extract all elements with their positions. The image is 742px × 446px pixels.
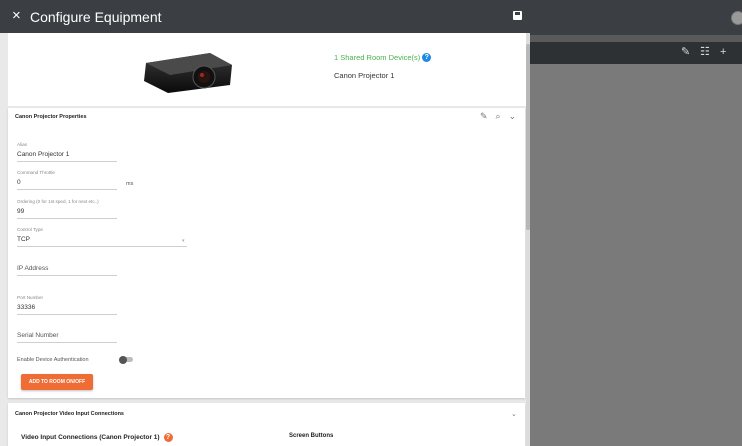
video-inputs-label: Video Input Connections (Canon Projector… [21, 434, 160, 441]
background-edit-icon[interactable]: ✎ [681, 45, 690, 59]
ip-address-placeholder[interactable]: IP Address [17, 265, 117, 273]
device-banner: 1 Shared Room Device(s) ? Canon Projecto… [8, 33, 526, 106]
port-number-underline [17, 314, 117, 315]
command-throttle-underline [17, 189, 117, 190]
edit-icon[interactable]: ✎ [480, 111, 488, 122]
search-icon[interactable]: ⌕ [496, 111, 501, 122]
toggle-knob [119, 355, 127, 364]
user-avatar[interactable] [731, 11, 742, 25]
port-number-label: Port Number [17, 295, 44, 300]
ip-address-field[interactable]: IP Address [17, 265, 117, 276]
control-type-caret-icon[interactable]: ▾ [182, 238, 185, 244]
configure-equipment-dialog: × Configure Equipment 1 Shared Room Devi… [0, 0, 530, 446]
scrollbar-thumb[interactable] [526, 44, 530, 230]
serial-number-field[interactable]: Serial Number [17, 332, 117, 343]
close-icon[interactable]: × [12, 8, 21, 24]
properties-card-title: Canon Projector Properties [15, 114, 87, 120]
port-number-value[interactable]: 33336 [17, 304, 117, 312]
video-connections-card: Canon Projector Video Input Connections … [8, 403, 525, 446]
background-grid-icon[interactable]: ☷ [700, 45, 710, 59]
help-icon[interactable]: ? [422, 53, 432, 62]
chevron-down-icon[interactable]: ⌄ [509, 111, 517, 122]
dialog-header: × Configure Equipment [0, 0, 530, 33]
shared-devices-indicator[interactable]: 1 Shared Room Device(s) ? [334, 53, 432, 62]
device-auth-toggle[interactable] [119, 355, 133, 364]
command-throttle-value[interactable]: 0 [17, 179, 117, 187]
background-panel [528, 42, 742, 446]
ordering-label: Ordering (0 for 1st sped, 1 for next etc… [17, 199, 99, 204]
throttle-unit: ms [126, 181, 134, 187]
ordering-field[interactable]: Ordering (0 for 1st sped, 1 for next etc… [17, 199, 117, 219]
port-number-field[interactable]: Port Number 33336 [17, 295, 117, 315]
control-type-label: Control Type [17, 227, 43, 232]
shared-devices-text: 1 Shared Room Device(s) [334, 53, 421, 62]
save-icon[interactable] [513, 11, 522, 20]
command-throttle-field[interactable]: Command Throttle 0 [17, 170, 117, 190]
screen-buttons-heading: Screen Buttons [289, 433, 334, 439]
ip-address-underline [17, 275, 117, 276]
properties-card-actions: ✎ ⌕ ⌄ [480, 111, 516, 122]
background-add-icon[interactable]: + [720, 45, 726, 59]
serial-number-placeholder[interactable]: Serial Number [17, 332, 117, 340]
video-connections-title: Canon Projector Video Input Connections [15, 411, 124, 417]
alias-value[interactable]: Canon Projector 1 [17, 151, 117, 159]
properties-card: Canon Projector Properties ✎ ⌕ ⌄ Alias C… [8, 108, 525, 398]
device-name: Canon Projector 1 [334, 71, 395, 80]
command-throttle-label: Command Throttle [17, 170, 55, 175]
warning-help-icon[interactable]: ? [163, 433, 173, 442]
background-panel-toolbar [528, 42, 742, 64]
serial-number-underline [17, 342, 117, 343]
control-type-select[interactable]: Control Type TCP [17, 227, 187, 247]
ordering-underline [17, 218, 117, 219]
device-auth-label: Enable Device Authentication [17, 357, 89, 363]
alias-label: Alias [17, 142, 27, 147]
add-to-room-button[interactable]: ADD TO ROOM ON/OFF [21, 374, 93, 390]
ordering-value[interactable]: 99 [17, 208, 117, 216]
control-type-underline [17, 246, 187, 247]
alias-field[interactable]: Alias Canon Projector 1 [17, 142, 117, 162]
video-inputs-heading: Video Input Connections (Canon Projector… [21, 433, 173, 442]
control-type-value[interactable]: TCP [17, 236, 187, 244]
dialog-title: Configure Equipment [30, 9, 162, 25]
projector-image [144, 53, 232, 93]
alias-underline [17, 161, 117, 162]
chevron-down-icon[interactable]: ⌄ [511, 410, 517, 418]
